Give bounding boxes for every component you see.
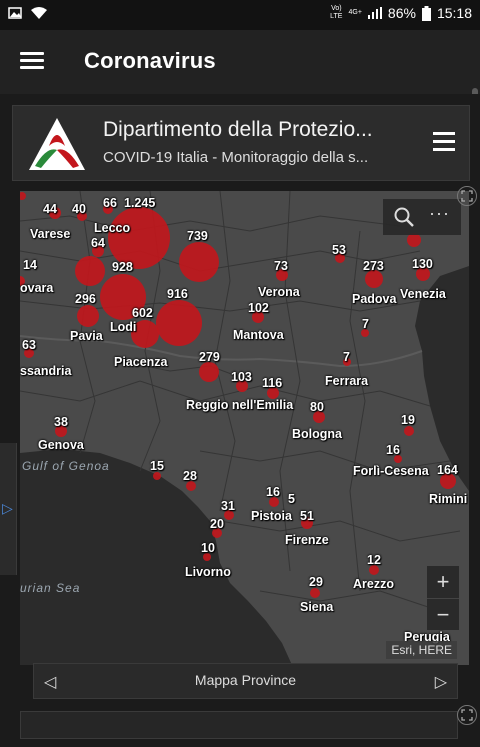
- next-panel: [20, 711, 458, 739]
- map-label: 164: [437, 463, 458, 477]
- map-label: 10: [201, 541, 215, 555]
- map-label: Lodi: [110, 320, 137, 334]
- status-bar: Vo) LTE 4G+ 86% 15:18: [0, 0, 480, 30]
- map-label: 16: [386, 443, 400, 457]
- clock: 15:18: [436, 5, 472, 21]
- map-label: 116: [262, 376, 283, 390]
- signal-icon: [367, 7, 382, 19]
- map-label: Siena: [300, 600, 334, 614]
- map-label: 51: [300, 509, 314, 523]
- map-label: 916: [167, 287, 188, 301]
- province-map[interactable]: Gulf of Genoa urian Sea 66 1.245 44 40 Lecco Va…: [20, 191, 469, 665]
- chevron-right-icon: ▷: [2, 500, 13, 516]
- map-label: Pavia: [70, 329, 103, 343]
- map-label: Reggio nell'Emilia: [186, 398, 294, 412]
- map-label: ovara: [20, 281, 54, 295]
- zoom-controls: + −: [427, 566, 459, 630]
- map-label: Mantova: [233, 328, 284, 342]
- map-label: Padova: [352, 292, 397, 306]
- map-label: Ferrara: [325, 374, 369, 388]
- map-label: Piacenza: [114, 355, 168, 369]
- map-base: [20, 191, 469, 665]
- map-label: 40: [72, 202, 86, 216]
- map-label: 66: [103, 196, 117, 210]
- sea-label: urian Sea: [20, 581, 81, 595]
- tab-mappa-province[interactable]: Mappa Province: [34, 672, 457, 688]
- map-label: 16: [266, 485, 280, 499]
- next-tab-icon[interactable]: ▷: [435, 672, 447, 692]
- map-label: 38: [54, 415, 68, 429]
- map-label: Bologna: [292, 427, 342, 441]
- map-label: 102: [248, 301, 269, 315]
- map-attribution: Esri, HERE: [386, 641, 457, 659]
- map-label: 273: [363, 259, 384, 273]
- map-label: Genova: [38, 438, 84, 452]
- map-label: Lecco: [94, 221, 131, 235]
- map-label: 19: [401, 413, 415, 427]
- header-menu-icon[interactable]: [433, 132, 455, 152]
- map-label: 130: [412, 257, 433, 271]
- search-icon[interactable]: [393, 206, 415, 228]
- map-label: 73: [274, 259, 288, 273]
- map-label: 5: [288, 492, 295, 506]
- map-label: 63: [22, 338, 36, 352]
- zoom-out-button[interactable]: −: [427, 599, 459, 631]
- map-label: 44: [43, 202, 57, 216]
- dashboard-title: Dipartimento della Protezio...: [103, 118, 373, 141]
- app-bar: Coronavirus: [0, 30, 480, 94]
- network-gen: 4G+: [348, 9, 362, 16]
- sea-label: Gulf of Genoa: [22, 459, 110, 473]
- map-label: 739: [187, 229, 208, 243]
- gallery-icon: [8, 7, 22, 19]
- map-label: 31: [221, 499, 235, 513]
- side-panel-toggle[interactable]: ▷: [0, 443, 17, 575]
- protezione-civile-logo-icon: [29, 118, 85, 170]
- map-label: 28: [183, 469, 197, 483]
- map-label: Livorno: [185, 565, 231, 579]
- map-toolbar: ···: [383, 199, 461, 235]
- map-label: Varese: [30, 227, 71, 241]
- map-label: Rimini: [429, 492, 468, 506]
- map-label: 12: [367, 553, 381, 567]
- map-label: 1.245: [124, 196, 156, 210]
- map-label: 103: [231, 370, 252, 384]
- wifi-icon: [31, 7, 47, 19]
- expand-icon-secondary[interactable]: [457, 705, 477, 725]
- map-label: 7: [343, 350, 350, 364]
- battery-icon: [421, 5, 431, 21]
- zoom-in-button[interactable]: +: [427, 566, 459, 599]
- map-label: 296: [75, 292, 96, 306]
- expand-icon[interactable]: [457, 186, 477, 206]
- map-label: 20: [210, 517, 224, 531]
- map-label: 279: [199, 350, 220, 364]
- map-label: 602: [132, 306, 153, 320]
- map-label: 64: [91, 236, 105, 250]
- dashboard-subtitle: COVID-19 Italia - Monitoraggio della s..…: [103, 149, 369, 166]
- volte-indicator: Vo) LTE: [330, 5, 343, 20]
- app-title: Coronavirus: [84, 48, 216, 73]
- dashboard-content: Dipartimento della Protezio... COVID-19 …: [0, 94, 480, 747]
- map-label: 14: [23, 258, 37, 272]
- map-label: 7: [362, 317, 369, 331]
- dashboard-header: Dipartimento della Protezio... COVID-19 …: [12, 105, 470, 181]
- map-label: Pistoia: [251, 509, 292, 523]
- map-label: Venezia: [400, 287, 446, 301]
- map-label: 53: [332, 243, 346, 257]
- map-tab-bar: ◁ Mappa Province ▷: [33, 663, 458, 699]
- map-label: 15: [150, 459, 164, 473]
- map-label: ssandria: [20, 364, 72, 378]
- hamburger-menu-icon[interactable]: [20, 52, 44, 70]
- map-label: Arezzo: [353, 577, 394, 591]
- more-options-icon[interactable]: ···: [429, 203, 450, 224]
- map-label: Verona: [258, 285, 300, 299]
- map-label: Firenze: [285, 533, 329, 547]
- battery-percent: 86%: [387, 5, 416, 21]
- map-label: 29: [309, 575, 323, 589]
- map-label: 80: [310, 400, 324, 414]
- map-label: 928: [112, 260, 133, 274]
- map-label: Forlì-Cesena: [353, 464, 429, 478]
